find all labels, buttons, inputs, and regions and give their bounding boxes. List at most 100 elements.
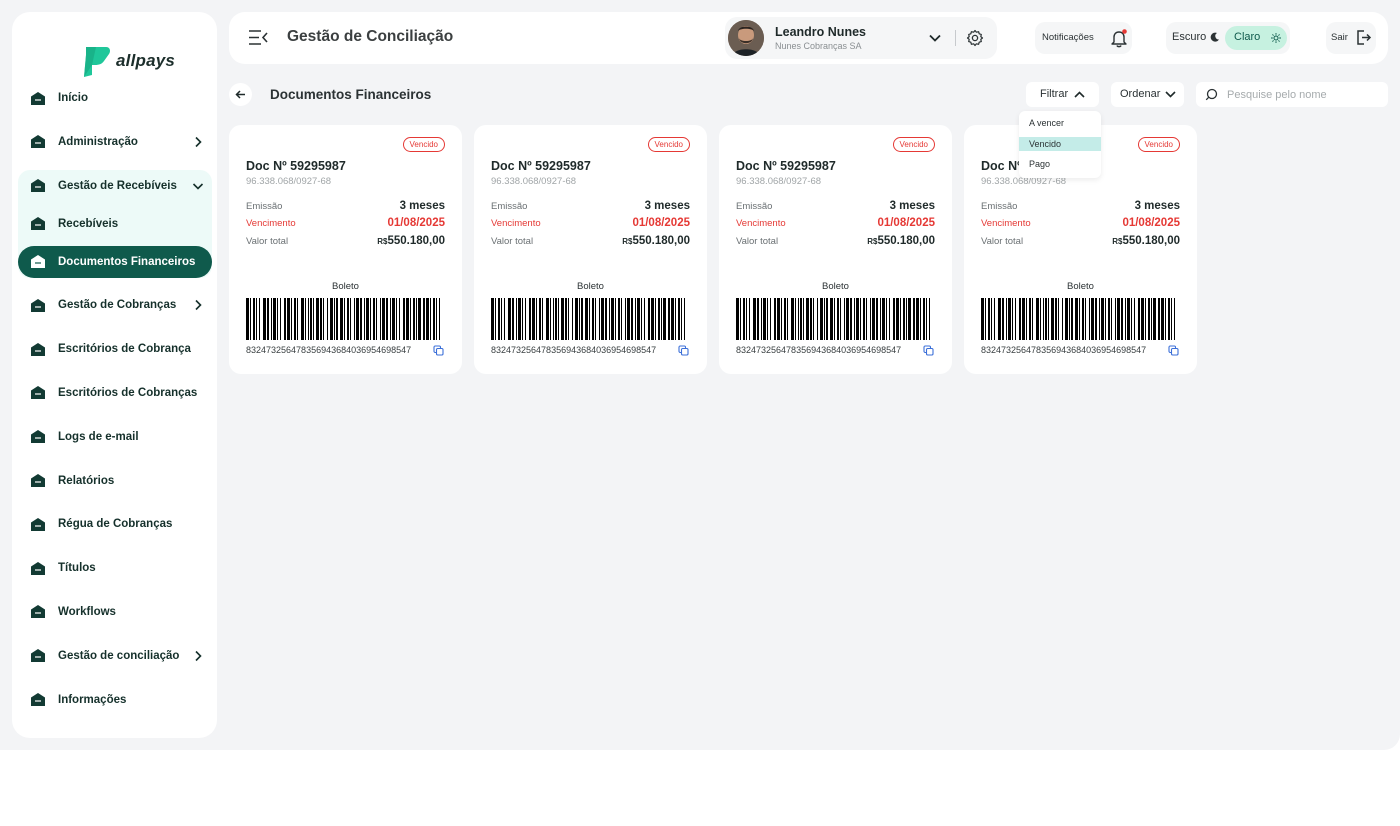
copy-icon[interactable] — [1168, 345, 1179, 356]
vencimento-label: Vencimento — [981, 218, 1031, 229]
doc-id: 96.338.068/0927-68 — [736, 176, 822, 187]
search-icon — [1205, 88, 1218, 101]
valor-total: R$550.180,00 — [622, 235, 690, 247]
sidebar: allpays Início Administração Gestão de R… — [12, 12, 217, 738]
avatar — [728, 20, 764, 56]
sidebar-item-label: Escritórios de Cobranças — [58, 386, 198, 399]
chevron-right-icon — [195, 300, 202, 311]
avatar-photo-icon — [728, 20, 764, 56]
sidebar-item-label: Escritórios de Cobrança — [58, 343, 191, 356]
sidebar-item-regua-cobrancas[interactable]: Régua de Cobranças — [18, 508, 212, 540]
back-button[interactable] — [229, 83, 252, 106]
vencimento-value: 01/08/2025 — [877, 217, 935, 229]
filter-option-pago[interactable]: Pago — [1019, 157, 1101, 171]
filter-label: Filtrar — [1040, 88, 1069, 100]
barcode-number: 832473256478356943684036954698547 — [736, 345, 902, 355]
copy-icon[interactable] — [433, 345, 444, 356]
sidebar-item-label: Títulos — [58, 562, 96, 575]
sidebar-item-logs-email[interactable]: Logs de e-mail — [18, 421, 212, 453]
emissao-label: Emissão — [491, 201, 528, 212]
chevron-right-icon — [195, 136, 202, 147]
chevron-down-icon[interactable] — [928, 31, 942, 45]
home-icon — [31, 474, 45, 488]
document-card[interactable]: Vencido Doc Nº 59295987 96.338.068/0927-… — [719, 125, 952, 374]
sidebar-item-label: Logs de e-mail — [58, 430, 139, 443]
home-icon — [31, 255, 45, 269]
doc-title: Doc Nº 59295987 — [246, 159, 346, 173]
sidebar-item-escritorios-cobranca[interactable]: Escritórios de Cobrança — [18, 333, 212, 365]
logo[interactable]: allpays — [82, 45, 175, 77]
sidebar-item-gestao-conciliacao[interactable]: Gestão de conciliação — [18, 640, 212, 672]
sidebar-item-recebiveis[interactable]: Recebíveis — [18, 208, 212, 240]
user-menu[interactable]: Leandro Nunes Nunes Cobranças SA — [725, 17, 997, 59]
document-card[interactable]: Vencido Doc Nº 59295987 96.338.068/0927-… — [474, 125, 707, 374]
currency-symbol: R$ — [377, 237, 388, 246]
status-badge: Vencido — [647, 137, 690, 152]
arrow-left-icon — [235, 90, 245, 99]
valor-total: R$550.180,00 — [867, 235, 935, 247]
sidebar-item-label: Administração — [58, 135, 138, 148]
sidebar-item-label: Gestão de Recebíveis — [58, 179, 177, 192]
vencimento-value: 01/08/2025 — [387, 217, 445, 229]
barcode-image — [491, 298, 685, 340]
sidebar-item-informacoes[interactable]: Informações — [18, 684, 212, 716]
valor-total: R$550.180,00 — [377, 235, 445, 247]
sidebar-item-relatorios[interactable]: Relatórios — [18, 465, 212, 497]
sidebar-item-gestao-recebiveis[interactable]: Gestão de Recebíveis — [18, 170, 212, 202]
gear-icon[interactable] — [966, 29, 984, 47]
home-icon — [31, 430, 45, 444]
sidebar-item-label: Gestão de conciliação — [58, 649, 180, 662]
sidebar-item-inicio[interactable]: Início — [18, 82, 212, 114]
home-icon — [31, 517, 45, 531]
home-icon — [31, 605, 45, 619]
emissao-value: 3 meses — [399, 200, 445, 212]
order-button[interactable]: Ordenar — [1111, 82, 1184, 107]
bell-icon — [1111, 29, 1127, 48]
copy-icon[interactable] — [678, 345, 689, 356]
sun-icon — [1271, 33, 1281, 43]
sidebar-item-escritorios-cobrancas[interactable]: Escritórios de Cobranças — [18, 377, 212, 409]
sidebar-item-label: Documentos Financeiros — [58, 255, 196, 268]
sidebar-item-documentos-financeiros[interactable]: Documentos Financeiros — [18, 245, 212, 278]
notifications-button[interactable]: Notificações — [1035, 22, 1132, 54]
menu-collapse-icon[interactable] — [248, 29, 268, 46]
valor-value: 550.180,00 — [1122, 235, 1180, 247]
home-icon — [31, 649, 45, 663]
filter-option-vencido[interactable]: Vencido — [1019, 136, 1101, 151]
home-icon — [31, 135, 45, 149]
logout-label: Sair — [1331, 32, 1348, 43]
theme-dark-button[interactable]: Escuro — [1172, 31, 1206, 43]
brand-name: allpays — [116, 51, 176, 70]
vencimento-label: Vencimento — [736, 218, 786, 229]
valor-value: 550.180,00 — [877, 235, 935, 247]
barcode-number: 832473256478356943684036954698547 — [491, 345, 657, 355]
doc-id: 96.338.068/0927-68 — [246, 176, 332, 187]
sidebar-group-recebiveis: Gestão de Recebíveis Recebíveis Document… — [18, 169, 212, 278]
filter-button[interactable]: Filtrar — [1026, 82, 1099, 107]
status-badge: Vencido — [402, 137, 445, 152]
user-company: Nunes Cobranças SA — [775, 41, 862, 51]
search-input[interactable] — [1227, 85, 1382, 104]
document-card[interactable]: Vencido Doc Nº 59295987 96.338.068/0927-… — [229, 125, 462, 374]
valor-label: Valor total — [246, 236, 289, 247]
vencimento-label: Vencimento — [246, 218, 296, 229]
sidebar-item-workflows[interactable]: Workflows — [18, 596, 212, 628]
search-box — [1196, 82, 1388, 107]
copy-icon[interactable] — [923, 345, 934, 356]
currency-symbol: R$ — [622, 237, 633, 246]
sidebar-item-titulos[interactable]: Títulos — [18, 552, 212, 584]
logout-button[interactable]: Sair — [1326, 22, 1376, 54]
divider — [955, 30, 956, 46]
top-header: Gestão de Conciliação Leandro Nunes Nune… — [229, 12, 1388, 64]
sidebar-nav: Início Administração Gestão de Recebívei… — [18, 82, 212, 727]
sidebar-item-administracao[interactable]: Administração — [18, 126, 212, 158]
sidebar-item-gestao-cobrancas[interactable]: Gestão de Cobranças — [18, 289, 212, 321]
emissao-value: 3 meses — [644, 200, 690, 212]
valor-label: Valor total — [981, 236, 1024, 247]
doc-title: Doc Nº 59295987 — [491, 159, 591, 173]
theme-light-button[interactable]: Claro — [1225, 26, 1287, 50]
filter-option-a-vencer[interactable]: A vencer — [1019, 116, 1101, 130]
barcode-number: 832473256478356943684036954698547 — [981, 345, 1147, 355]
sidebar-item-label: Gestão de Cobranças — [58, 299, 177, 312]
vencimento-value: 01/08/2025 — [1122, 217, 1180, 229]
